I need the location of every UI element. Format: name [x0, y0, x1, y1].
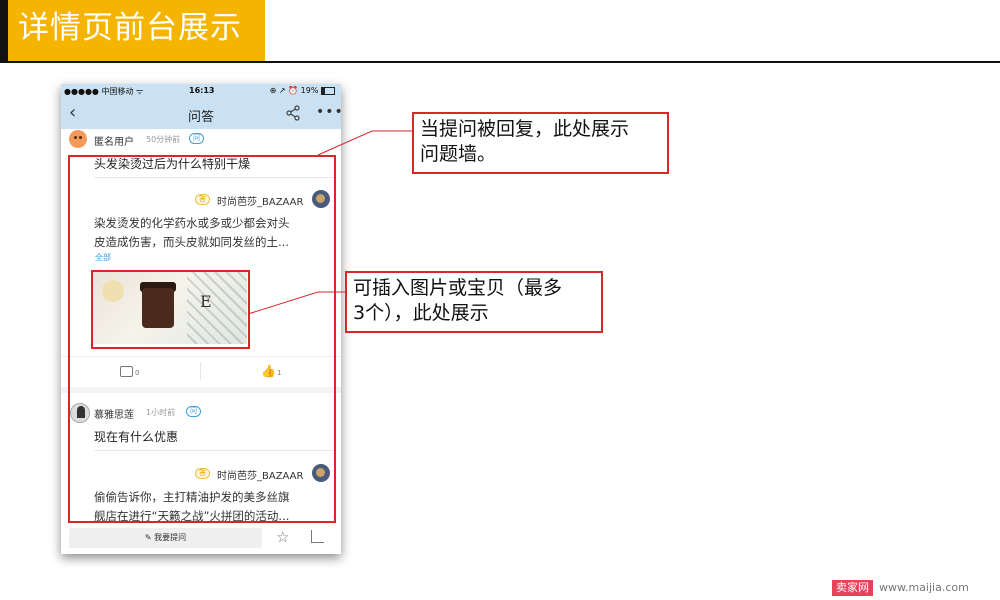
ask-badge: 问 [189, 133, 204, 144]
status-bar: ●●●●● 中国移动 ᯤ 16:13 ⊕ ↗ ⏰ 19% [61, 84, 341, 99]
status-icons: ⊕ ↗ ⏰ 19% [270, 86, 335, 95]
title-divider [0, 61, 1000, 63]
watermark-badge: 卖家网 [832, 580, 873, 596]
watermark-url: www.maijia.com [879, 581, 969, 594]
star-icon[interactable]: ☆ [276, 528, 289, 546]
watermark: 卖家网 www.maijia.com [832, 580, 969, 596]
slide-title: 详情页前台展示 [18, 10, 242, 46]
clock: 16:13 [189, 86, 215, 95]
battery-icon [321, 86, 335, 95]
carrier-label: ●●●●● 中国移动 ᯤ [64, 87, 144, 96]
nav-bar: ‹ 问答 ••• [61, 99, 341, 129]
title-accent-bar [0, 0, 8, 63]
asker-name: 匿名用户 [94, 137, 134, 148]
battery-label: ⊕ ↗ ⏰ 19% [269, 86, 319, 95]
callout-line: 当提问被回复，此处展示 [420, 118, 630, 140]
callout-line: 可插入图片或宝贝（最多 [353, 277, 563, 299]
image-callout: 可插入图片或宝贝（最多 3个），此处展示 [345, 271, 603, 333]
ask-time: 50分钟前 [146, 135, 181, 144]
question-wall-callout: 当提问被回复，此处展示 问题墙。 [412, 112, 669, 174]
share-icon[interactable] [285, 105, 301, 121]
more-icon[interactable]: ••• [316, 104, 341, 120]
callout-line: 问题墙。 [420, 143, 497, 165]
image-highlight [91, 270, 250, 349]
forward-icon[interactable] [311, 530, 324, 543]
callout-line: 3个），此处展示 [353, 302, 489, 324]
anonymous-avatar-icon [69, 130, 87, 148]
ask-question-button[interactable]: ✎ 我要提问 [69, 528, 262, 548]
